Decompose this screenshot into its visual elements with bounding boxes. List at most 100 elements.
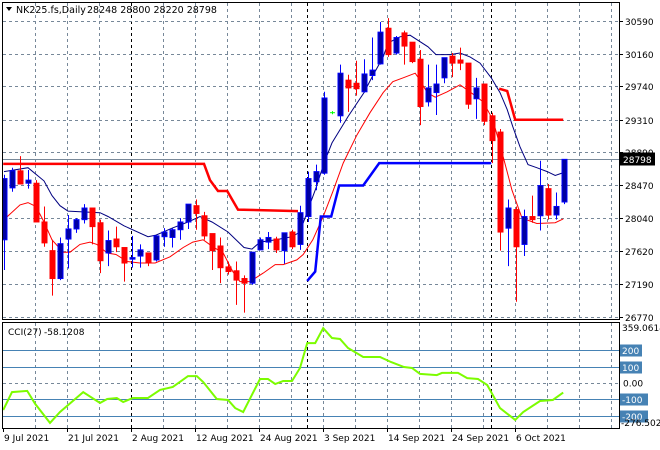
fast-moving-average-line [3, 34, 563, 250]
candle-body-bullish [281, 232, 288, 252]
candle-body-bullish [265, 236, 272, 243]
candle-body-bullish [137, 249, 144, 257]
candle-body-bullish [505, 207, 512, 229]
candle-body-bearish [33, 182, 40, 223]
time-tick-label: 24 Aug 2021 [260, 434, 318, 444]
lower-channel-line [306, 161, 492, 282]
candle-body-bullish [361, 73, 368, 93]
candle-body-bullish [81, 207, 88, 221]
candle-body-bullish [161, 231, 168, 238]
candle-body-bearish [49, 250, 56, 280]
candle-body-bearish [145, 252, 152, 264]
cci-panel-frame [2, 322, 620, 429]
candle-body-bullish [257, 239, 264, 251]
candle-body-bullish [177, 221, 184, 231]
cci-panel-plot [3, 326, 564, 425]
candle-body-bearish [545, 188, 552, 216]
time-tick-label: 3 Sep 2021 [324, 434, 375, 444]
candle-body-bearish [385, 27, 392, 56]
candle-body-bullish [65, 228, 72, 240]
candle-body-bullish [537, 185, 544, 217]
candle-body-bullish [337, 72, 344, 117]
candle-body-bullish [321, 97, 328, 174]
candle-body-bearish [209, 233, 216, 252]
cci-axis: 200100-100-2000.00359.0614-276.5023 [620, 324, 660, 429]
candle-body-bullish [185, 203, 192, 223]
candle-body-bearish [273, 238, 280, 251]
time-tick-label: 14 Sep 2021 [388, 434, 445, 444]
candle-body-bullish [473, 87, 480, 100]
candle-body-bullish [249, 251, 256, 284]
time-tick-label: 24 Sep 2021 [452, 434, 509, 444]
candle-body-bearish [17, 170, 24, 185]
candle-body-bullish [129, 257, 136, 260]
chart-menu-triangle-icon[interactable] [6, 7, 12, 11]
candle-body-bearish [241, 278, 248, 284]
cci-min-label: -276.5023 [621, 419, 660, 429]
price-tick-label: 28470 [625, 182, 654, 192]
candle-body-bearish [449, 55, 456, 64]
candle-body-bullish [169, 229, 176, 238]
candle-body-bearish [529, 216, 536, 221]
price-tick-label: 28040 [625, 215, 654, 225]
time-axis: 9 Jul 2021 21 Jul 2021 2 Aug 2021 12 Aug 20… [3, 428, 566, 444]
cci-value: -58.1208 [44, 328, 85, 338]
candle-body-bearish [217, 245, 224, 269]
price-tick-label: 29740 [625, 83, 654, 93]
candle-body-bullish [369, 69, 376, 77]
candle-body-bearish [417, 58, 424, 108]
candles [3, 18, 568, 313]
cci-level-label: 100 [622, 364, 639, 374]
candle-body-bullish [153, 235, 160, 261]
price-tick-label: 27190 [625, 281, 654, 291]
price-axis: 3059030160297402931028890284702804027620… [619, 18, 655, 324]
candle-body-bearish [465, 62, 472, 105]
candle-body-bullish [553, 205, 560, 216]
time-tick-label: 12 Aug 2021 [196, 434, 254, 444]
time-tick-label: 9 Jul 2021 [4, 434, 49, 444]
candle-body-bullish [425, 87, 432, 103]
cci-zero-label: 0.00 [623, 380, 643, 390]
candle-body-bearish [193, 205, 200, 214]
candle-body-bearish [481, 83, 488, 122]
candle-body-bearish [89, 207, 96, 228]
cci-level-label: 200 [622, 347, 639, 357]
candle-body-bullish [393, 37, 400, 54]
candle-body-bullish [521, 216, 528, 245]
trading-chart[interactable]: 3059030160297402931028890284702804027620… [0, 0, 660, 450]
time-tick-label: 2 Aug 2021 [132, 434, 184, 444]
last-price-label: 28798 [623, 156, 652, 166]
candle-body-bearish [457, 59, 464, 64]
price-tick-label: 30590 [625, 18, 654, 28]
candle-body-bearish [289, 231, 296, 248]
cci-title: CCI(27) [8, 328, 42, 338]
candle-body-bearish [353, 82, 360, 90]
candle-body-bearish [41, 221, 48, 244]
candle-body-bearish [497, 131, 504, 233]
candle-body-bullish [313, 171, 320, 183]
candle-body-bearish [121, 247, 128, 264]
candle-body-bullish [377, 31, 384, 65]
candle-body-bearish [513, 209, 520, 248]
candle-body-bullish [305, 178, 312, 218]
candle-body-bearish [233, 270, 240, 281]
candle-body-bearish [489, 115, 496, 142]
candle-body-bullish [561, 158, 568, 203]
candle-body-bullish [73, 219, 80, 230]
price-panel-frame [2, 2, 620, 320]
price-tick-label: 26770 [625, 314, 654, 324]
price-tick-label: 27620 [625, 248, 654, 258]
cci-line [3, 326, 564, 425]
symbol-label: NK225.fs,Daily [16, 5, 86, 16]
candle-body-bullish [57, 243, 64, 280]
candle-body-bullish [105, 240, 112, 254]
candle-body-bullish [9, 170, 16, 189]
candle-body-bearish [97, 222, 104, 262]
time-tick-label: 6 Oct 2021 [516, 434, 566, 444]
time-tick-label: 21 Jul 2021 [68, 434, 119, 444]
candle-body-bearish [401, 32, 408, 47]
candle-body-bearish [409, 41, 416, 63]
price-tick-label: 29310 [625, 117, 654, 127]
candle-body-bullish [441, 57, 448, 79]
candle-body-bearish [113, 238, 120, 248]
